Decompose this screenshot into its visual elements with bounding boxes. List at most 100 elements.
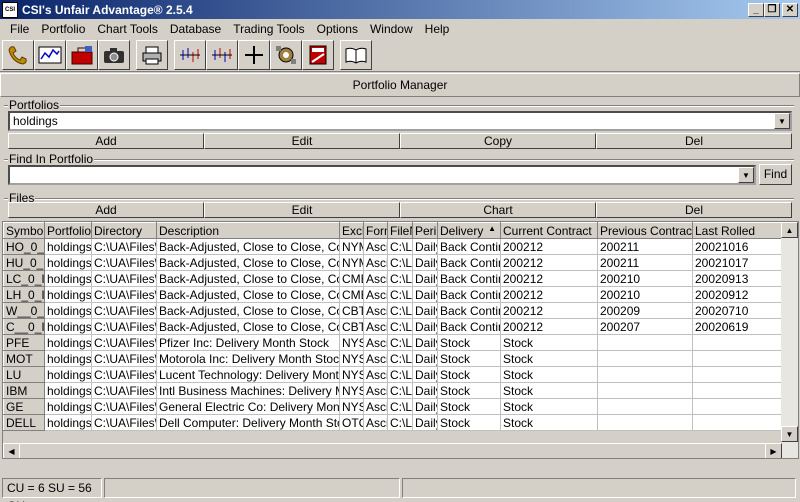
table-cell[interactable]: C:\L <box>387 350 413 367</box>
table-cell[interactable]: C:\L <box>387 238 413 255</box>
table-cell[interactable]: Daily <box>412 414 438 431</box>
chevron-down-icon[interactable]: ▼ <box>738 167 754 183</box>
table-cell[interactable]: Back-Adjusted, Close to Close, Contin <box>156 238 340 255</box>
row-symbol-cell[interactable]: DELL <box>3 414 45 431</box>
table-cell[interactable]: Daily <box>412 350 438 367</box>
table-cell[interactable]: General Electric Co: Delivery Month St <box>156 398 340 415</box>
column-header-exch[interactable]: Exch <box>339 222 364 239</box>
portfolio-edit-button[interactable]: Edit <box>204 133 400 149</box>
table-cell[interactable] <box>692 350 783 367</box>
column-header-previous-contract[interactable]: Previous Contract <box>597 222 693 239</box>
table-cell[interactable]: OTC <box>339 414 364 431</box>
table-cell[interactable]: 200212 <box>500 270 598 287</box>
table-cell[interactable]: NYS <box>339 350 364 367</box>
table-cell[interactable]: 200212 <box>500 254 598 271</box>
table-cell[interactable]: Motorola Inc: Delivery Month Stock <box>156 350 340 367</box>
table-cell[interactable]: 20020710 <box>692 302 783 319</box>
table-cell[interactable]: Asci <box>363 318 388 335</box>
table-cell[interactable]: Stock <box>500 366 598 383</box>
bars-merge-icon[interactable] <box>206 39 238 70</box>
table-cell[interactable] <box>692 382 783 399</box>
table-row[interactable]: W__0_I holdings C:\UA\Files\ Back-Adjusted,… <box>3 302 783 319</box>
table-cell[interactable]: CME <box>339 270 364 287</box>
table-cell[interactable]: Asci <box>363 270 388 287</box>
table-cell[interactable]: Asci <box>363 286 388 303</box>
table-cell[interactable]: C:\UA\Files\ <box>91 334 157 351</box>
table-cell[interactable]: Asci <box>363 302 388 319</box>
table-cell[interactable]: C:\L <box>387 366 413 383</box>
table-cell[interactable]: Daily <box>412 334 438 351</box>
crosshair-icon[interactable] <box>238 39 270 70</box>
table-cell[interactable]: Stock <box>437 350 501 367</box>
table-cell[interactable]: holdings <box>44 318 92 335</box>
table-cell[interactable]: holdings <box>44 350 92 367</box>
calculator-icon[interactable] <box>302 39 334 70</box>
table-cell[interactable]: Daily <box>412 366 438 383</box>
table-cell[interactable]: C:\L <box>387 334 413 351</box>
portfolios-select[interactable]: holdings ▼ <box>8 111 792 131</box>
printer-icon[interactable] <box>136 39 168 70</box>
toolbox-icon[interactable] <box>66 39 98 70</box>
table-cell[interactable]: Stock <box>500 398 598 415</box>
table-cell[interactable]: C:\L <box>387 414 413 431</box>
table-cell[interactable]: C:\L <box>387 270 413 287</box>
table-cell[interactable]: 20020912 <box>692 286 783 303</box>
table-row[interactable]: IBM holdings C:\UA\Files\ Intl Business Mac… <box>3 382 783 399</box>
table-cell[interactable]: Asci <box>363 398 388 415</box>
table-cell[interactable]: Daily <box>412 398 438 415</box>
table-cell[interactable]: CBT <box>339 302 364 319</box>
table-cell[interactable]: Stock <box>437 334 501 351</box>
row-symbol-cell[interactable]: MOT <box>3 350 45 367</box>
file-edit-button[interactable]: Edit <box>204 202 400 218</box>
table-cell[interactable]: Stock <box>437 382 501 399</box>
row-symbol-cell[interactable]: W__0_I <box>3 302 45 319</box>
table-cell[interactable]: holdings <box>44 286 92 303</box>
table-cell[interactable] <box>692 398 783 415</box>
menu-chart-tools[interactable]: Chart Tools <box>91 22 163 36</box>
table-cell[interactable]: NYS <box>339 382 364 399</box>
table-cell[interactable]: holdings <box>44 382 92 399</box>
table-cell[interactable]: holdings <box>44 366 92 383</box>
menu-help[interactable]: Help <box>419 22 456 36</box>
table-cell[interactable]: C:\L <box>387 286 413 303</box>
table-cell[interactable]: 20020619 <box>692 318 783 335</box>
row-symbol-cell[interactable]: HU_0_I <box>3 254 45 271</box>
row-symbol-cell[interactable]: HO_0_I <box>3 238 45 255</box>
table-cell[interactable]: C:\UA\Files\ <box>91 254 157 271</box>
column-header-form[interactable]: Form <box>363 222 388 239</box>
table-cell[interactable]: Back-Adjusted, Close to Close, Contin <box>156 318 340 335</box>
table-cell[interactable]: Back-Adjusted, Close to Close, Contin <box>156 270 340 287</box>
table-cell[interactable]: C:\UA\Files\ <box>91 318 157 335</box>
table-cell[interactable] <box>597 398 693 415</box>
table-cell[interactable]: Asci <box>363 334 388 351</box>
table-cell[interactable] <box>692 334 783 351</box>
column-header-last-rolled[interactable]: Last Rolled <box>692 222 783 239</box>
table-cell[interactable]: C:\L <box>387 318 413 335</box>
table-row[interactable]: MOT holdings C:\UA\Files\ Motorola Inc: Del… <box>3 350 783 367</box>
table-cell[interactable]: 200212 <box>500 238 598 255</box>
table-cell[interactable] <box>597 366 693 383</box>
find-button[interactable]: Find <box>759 164 792 185</box>
column-header-directory[interactable]: Directory <box>91 222 157 239</box>
table-cell[interactable]: 200209 <box>597 302 693 319</box>
minimize-button[interactable]: _ <box>748 2 764 17</box>
gear-grid-icon[interactable] <box>270 39 302 70</box>
table-cell[interactable]: Daily <box>412 270 438 287</box>
table-cell[interactable] <box>692 366 783 383</box>
table-cell[interactable]: C:\L <box>387 398 413 415</box>
table-cell[interactable]: holdings <box>44 414 92 431</box>
column-header-current-contract[interactable]: Current Contract <box>500 222 598 239</box>
table-cell[interactable] <box>597 350 693 367</box>
table-row[interactable]: HU_0_I holdings C:\UA\Files\ Back-Adjusted,… <box>3 254 783 271</box>
table-cell[interactable]: NYM <box>339 238 364 255</box>
table-cell[interactable]: C:\UA\Files\ <box>91 398 157 415</box>
table-cell[interactable]: C:\UA\Files\ <box>91 350 157 367</box>
table-cell[interactable] <box>597 382 693 399</box>
menu-trading-tools[interactable]: Trading Tools <box>227 22 310 36</box>
table-cell[interactable]: Back Contin <box>437 238 501 255</box>
table-cell[interactable]: Daily <box>412 382 438 399</box>
table-cell[interactable]: C:\L <box>387 254 413 271</box>
menu-window[interactable]: Window <box>364 22 419 36</box>
portfolio-copy-button[interactable]: Copy <box>400 133 596 149</box>
table-cell[interactable]: Daily <box>412 318 438 335</box>
